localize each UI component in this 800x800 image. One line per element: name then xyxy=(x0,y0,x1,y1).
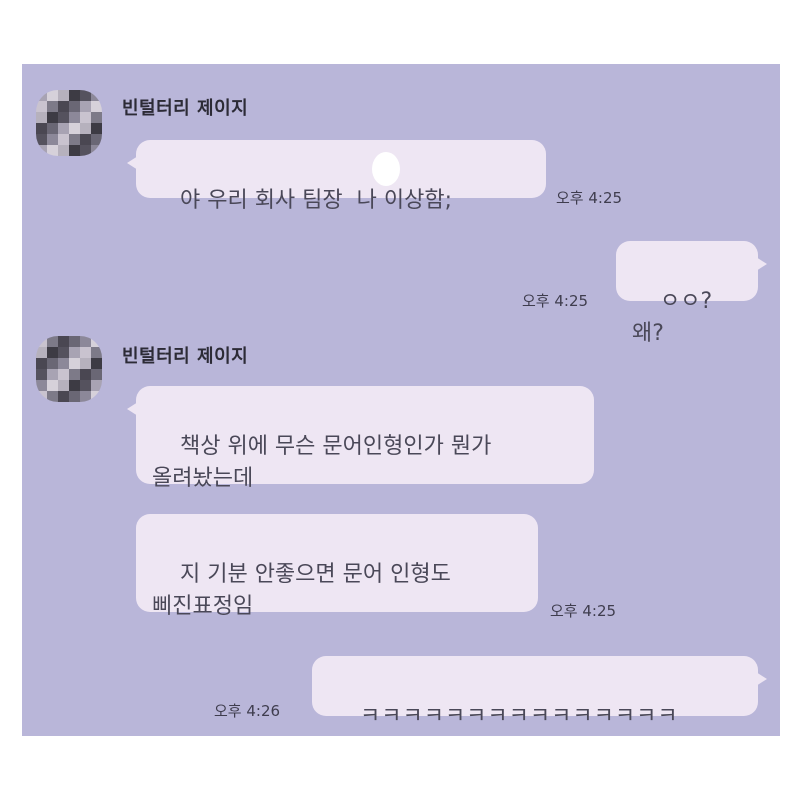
sent-message-bubble[interactable]: ㅇㅇ?왜? xyxy=(616,241,767,346)
message-time: 오후 4:25 xyxy=(556,189,623,207)
message-text: 야 우리 회사 팀장 나 이상함; xyxy=(179,188,452,213)
sender-avatar-icon[interactable] xyxy=(36,336,102,402)
message-text: 책상 위에 무슨 문어인형인가 뭔가 올려놨는데 xyxy=(152,434,492,491)
received-message-bubble[interactable]: 책상 위에 무슨 문어인형인가 뭔가 올려놨는데 xyxy=(127,386,594,491)
received-message-bubble[interactable]: 야 우리 회사 팀장 나 이상함; xyxy=(127,140,546,213)
message-time: 오후 4:25 xyxy=(522,292,589,310)
chat-area[interactable]: 빈털터리 제이지 야 우리 회사 팀장 나 이상함; 오후 4:25 오후 4:… xyxy=(22,64,780,736)
redacted-mark xyxy=(372,152,400,186)
message-text: 지 기분 안좋으면 문어 인형도 삐진표정임 xyxy=(152,562,451,619)
message-time: 오후 4:25 xyxy=(550,602,617,620)
sent-message-bubble[interactable]: ㅋㅋㅋㅋㅋㅋㅋㅋㅋㅋㅋㅋㅋㅋㅋ xyxy=(312,656,767,729)
message-text: ㅇㅇ?왜? xyxy=(632,289,713,346)
message-text: ㅋㅋㅋㅋㅋㅋㅋㅋㅋㅋㅋㅋㅋㅋㅋ xyxy=(359,704,679,729)
message-time: 오후 4:26 xyxy=(214,702,281,720)
sender-avatar-icon[interactable] xyxy=(36,90,102,156)
sender-name: 빈털터리 제이지 xyxy=(122,98,249,119)
received-message-bubble[interactable]: 지 기분 안좋으면 문어 인형도 삐진표정임 xyxy=(136,514,538,619)
sender-name: 빈털터리 제이지 xyxy=(122,346,249,367)
